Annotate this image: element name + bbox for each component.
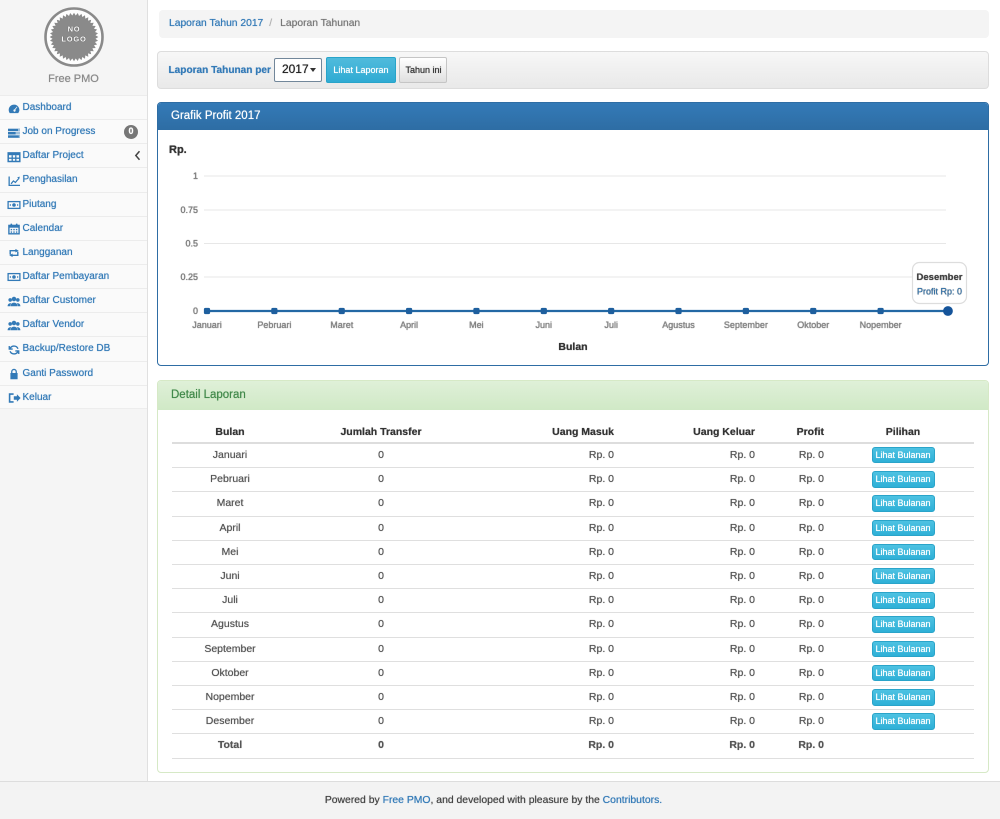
- svg-text:September: September: [724, 320, 768, 330]
- svg-text:Mei: Mei: [469, 320, 484, 330]
- svg-text:0.5: 0.5: [185, 239, 198, 249]
- svg-text:1: 1: [193, 171, 198, 181]
- svg-text:Profit Rp: 0: Profit Rp: 0: [917, 287, 962, 297]
- svg-text:Januari: Januari: [192, 320, 222, 330]
- svg-text:Juli: Juli: [604, 320, 618, 330]
- svg-text:Pebruari: Pebruari: [257, 320, 291, 330]
- svg-text:Juni: Juni: [536, 320, 553, 330]
- svg-text:Bulan: Bulan: [558, 341, 587, 353]
- svg-text:Oktober: Oktober: [797, 320, 829, 330]
- svg-text:LOGO: LOGO: [61, 34, 86, 43]
- svg-text:0.25: 0.25: [180, 272, 198, 282]
- svg-text:Rp.: Rp.: [169, 144, 187, 156]
- svg-text:0: 0: [193, 306, 198, 316]
- svg-text:Desember: Desember: [917, 272, 963, 283]
- svg-text:Agustus: Agustus: [662, 320, 695, 330]
- svg-text:Maret: Maret: [330, 320, 354, 330]
- svg-text:April: April: [400, 320, 418, 330]
- svg-text:NO: NO: [67, 24, 80, 33]
- svg-text:0.75: 0.75: [180, 205, 198, 215]
- svg-text:Nopember: Nopember: [860, 320, 902, 330]
